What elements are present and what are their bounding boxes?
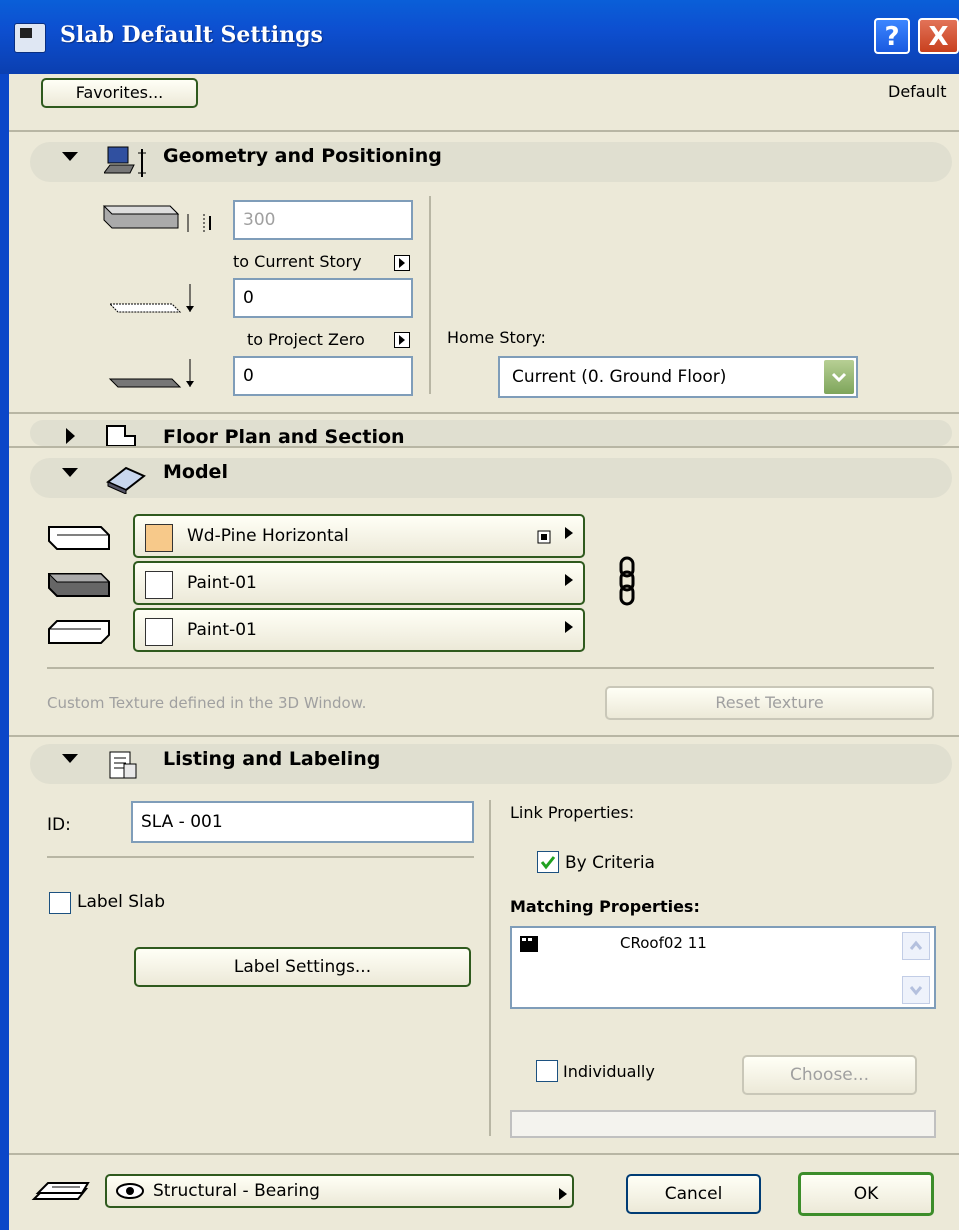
geometry-icon [103,143,152,181]
floor-plan-icon [103,424,147,448]
divider [429,196,431,394]
collapse-triangle-icon[interactable] [62,754,78,763]
divider [9,130,959,132]
project-zero-arrow-icon[interactable] [394,332,410,348]
help-button[interactable]: ? [874,18,910,54]
chain-link-icon[interactable] [617,556,637,606]
arrow-right-icon [565,618,573,638]
id-field[interactable]: SLA - 001 [131,801,474,843]
offset-to-story-field[interactable]: 0 [233,278,413,318]
custom-texture-note: Custom Texture defined in the 3D Window. [47,694,367,712]
arrow-right-icon [565,571,573,591]
current-story-arrow-icon[interactable] [394,255,410,271]
model-icon [104,462,148,495]
section-listing-title: Listing and Labeling [163,748,381,770]
divider [9,1153,959,1155]
matching-item[interactable]: CRoof02 11 [620,934,707,952]
dropdown-arrow-icon[interactable] [824,360,854,394]
divider [9,412,959,414]
top-surface-icon [47,523,111,553]
thickness-field[interactable]: 300 [233,200,413,240]
window-title: Slab Default Settings [60,22,323,48]
individual-properties-field[interactable] [510,1110,936,1138]
collapse-triangle-icon[interactable] [62,468,78,477]
label-settings-button[interactable]: Label Settings... [134,947,471,987]
favorites-button[interactable]: Favorites... [41,78,198,108]
label-slab-label: Label Slab [77,892,165,912]
expand-triangle-icon[interactable] [66,428,75,444]
window-border-left [0,74,9,1230]
default-label: Default [888,82,947,101]
by-criteria-label: By Criteria [565,853,655,873]
bottom-surface-icon [47,617,111,647]
edge-material-picker[interactable]: Paint-01 [133,561,585,605]
material-swatch [145,524,173,552]
link-properties-label: Link Properties: [510,803,635,822]
close-button[interactable]: X [918,18,959,54]
edge-surface-icon [47,570,111,600]
checkmark-icon [540,856,556,870]
matching-properties-label: Matching Properties: [510,897,700,916]
divider [9,735,959,737]
home-story-label: Home Story: [447,328,546,347]
offset-zero-icon [108,355,204,395]
layer-value: Structural - Bearing [153,1181,320,1201]
slab-thickness-icon [100,200,218,240]
divider [9,446,959,448]
section-model-title: Model [163,461,228,483]
arrow-right-icon [559,1185,567,1205]
document-icon [518,932,540,954]
material-swatch [145,618,173,646]
by-criteria-checkbox[interactable] [537,851,559,873]
divider [47,856,474,858]
bottom-material-picker[interactable]: Paint-01 [133,608,585,652]
material-name: Paint-01 [187,573,257,593]
section-geometry-title: Geometry and Positioning [163,145,442,167]
individually-label: Individually [563,1062,655,1081]
home-story-value: Current (0. Ground Floor) [512,367,727,387]
home-story-select[interactable]: Current (0. Ground Floor) [498,356,858,398]
material-swatch [145,571,173,599]
id-label: ID: [47,815,71,835]
choose-button[interactable]: Choose... [742,1055,917,1095]
scroll-down-icon[interactable] [902,976,930,1004]
ok-button[interactable]: OK [798,1172,934,1216]
divider [489,800,491,1136]
listing-icon [106,748,140,782]
to-project-zero-label: to Project Zero [247,330,365,349]
top-material-picker[interactable]: Wd-Pine Horizontal [133,514,585,558]
texture-icon [537,528,551,546]
app-icon [14,23,46,53]
offset-story-icon [108,280,204,320]
material-name: Paint-01 [187,620,257,640]
material-name: Wd-Pine Horizontal [187,526,349,546]
matching-properties-list[interactable]: CRoof02 11 [510,926,936,1009]
to-current-story-label: to Current Story [233,252,362,271]
individually-checkbox[interactable] [536,1060,558,1082]
cancel-button[interactable]: Cancel [626,1174,761,1214]
layer-select[interactable]: Structural - Bearing [105,1174,574,1208]
collapse-triangle-icon[interactable] [62,152,78,161]
offset-to-zero-field[interactable]: 0 [233,356,413,396]
eye-icon [115,1181,145,1201]
section-floorplan-title: Floor Plan and Section [163,426,405,448]
scroll-up-icon[interactable] [902,932,930,960]
reset-texture-button[interactable]: Reset Texture [605,686,934,720]
divider [47,667,934,669]
arrow-right-icon [565,524,573,544]
label-slab-checkbox[interactable] [49,892,71,914]
layers-icon [30,1175,90,1207]
